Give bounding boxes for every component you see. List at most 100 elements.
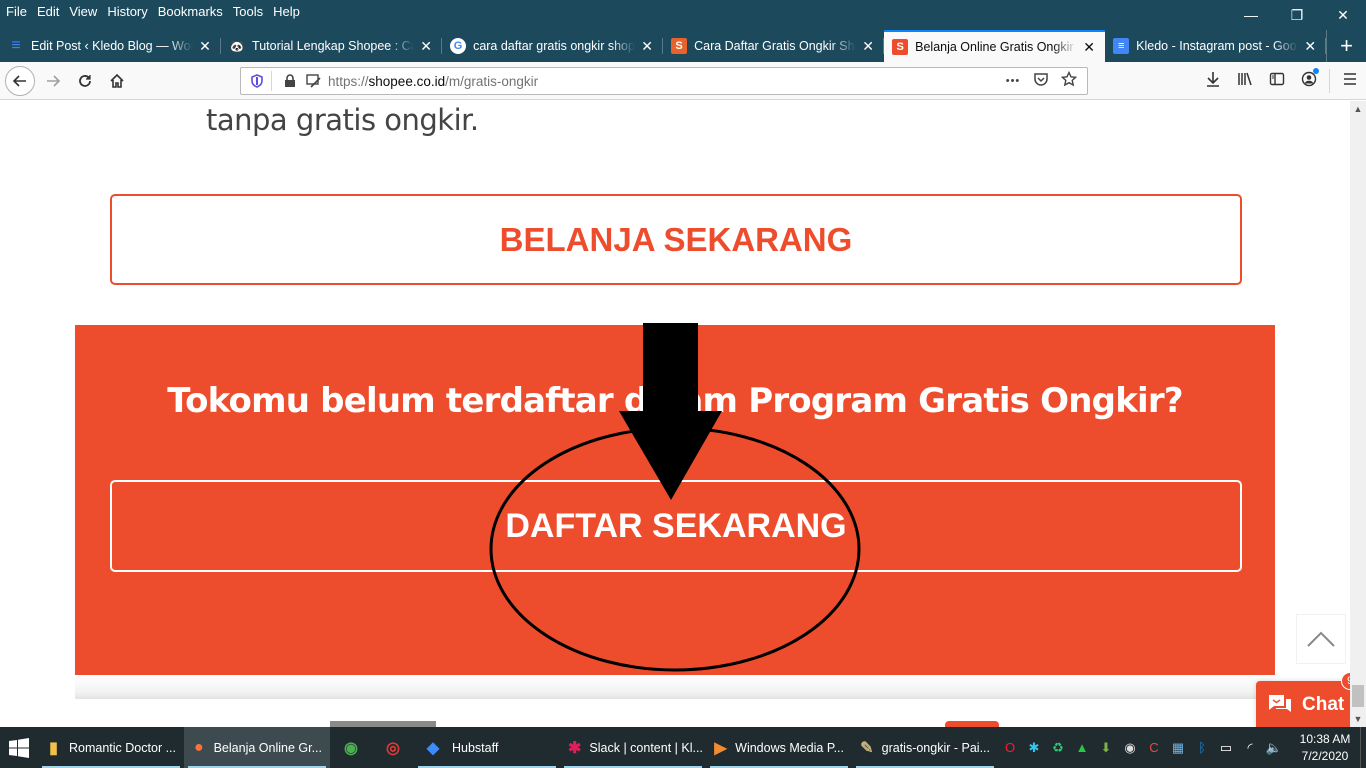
scroll-down-arrow-icon[interactable]: ▼: [1350, 711, 1366, 727]
taskbar-item[interactable]: ▮ Romantic Doctor ...: [38, 727, 184, 768]
tab-close-icon[interactable]: ✕: [860, 38, 876, 55]
forward-button[interactable]: [38, 66, 68, 96]
daftar-sekarang-button[interactable]: DAFTAR SEKARANG: [110, 480, 1242, 572]
taskbar-item[interactable]: ◎: [372, 727, 414, 768]
taskbar-item-label: gratis-ongkir - Pai...: [881, 740, 990, 755]
intro-paragraph-tail: tanpa gratis ongkir.: [206, 103, 479, 137]
seller-promo-section: Tokomu belum terdaftar dalam Program Gra…: [75, 325, 1275, 675]
tracking-protection-shield-icon[interactable]: [247, 71, 267, 91]
chat-label: Chat: [1302, 694, 1345, 715]
network-tool-icon[interactable]: ▦: [1166, 740, 1190, 756]
browser-tab[interactable]: ≡ Edit Post ‹ Kledo Blog — WordPress✕: [0, 30, 222, 62]
home-button[interactable]: [102, 66, 132, 96]
bluetooth-icon[interactable]: ᛒ: [1190, 740, 1214, 755]
system-tray: O ✱ ♻ ▲ ⬇ ◉ C ▦ ᛒ ▭ ◜ 🔈 10:38 AM 7/2/2020: [998, 727, 1366, 768]
browser-tab[interactable]: ≡ Kledo - Instagram post - Google ✕: [1105, 30, 1327, 62]
menu-edit[interactable]: Edit: [37, 4, 59, 19]
sidebar-toggle-icon[interactable]: [1261, 71, 1293, 92]
slack-tray-icon[interactable]: ✱: [1022, 740, 1046, 756]
new-tab-button[interactable]: +: [1326, 30, 1366, 62]
tab-title: Edit Post ‹ Kledo Blog — WordPress: [31, 39, 194, 53]
chevron-up-icon: [1307, 631, 1335, 647]
bookmark-star-icon[interactable]: [1055, 70, 1083, 91]
tab-close-icon[interactable]: ✕: [418, 38, 434, 55]
reload-button[interactable]: [70, 66, 100, 96]
start-button[interactable]: [0, 727, 38, 768]
taskbar-item[interactable]: ▶ Windows Media P...: [706, 727, 852, 768]
tab-close-icon[interactable]: ✕: [1081, 39, 1097, 56]
reload-icon: [79, 75, 91, 87]
windows-logo-icon: [9, 737, 29, 758]
google-docs-icon: ≡: [1113, 38, 1130, 54]
page-actions-more-icon[interactable]: •••: [999, 75, 1027, 87]
taskbar-item[interactable]: ✎ gratis-ongkir - Pai...: [852, 727, 998, 768]
shopee-bag-icon: S: [892, 39, 909, 55]
url-text[interactable]: https://shopee.co.id/m/gratis-ongkir: [328, 74, 999, 89]
taskbar-item[interactable]: ● Belanja Online Gr...: [184, 727, 330, 768]
address-bar[interactable]: https://shopee.co.id/m/gratis-ongkir •••: [240, 67, 1088, 95]
menu-view[interactable]: View: [69, 4, 97, 19]
back-to-top-button[interactable]: [1296, 614, 1346, 664]
menu-tools[interactable]: Tools: [233, 4, 263, 19]
tab-close-icon[interactable]: ✕: [197, 38, 213, 55]
permissions-icon[interactable]: [304, 71, 324, 91]
show-desktop-button[interactable]: [1360, 727, 1366, 768]
tab-title: Kledo - Instagram post - Google: [1136, 39, 1299, 53]
downloads-icon[interactable]: [1197, 71, 1229, 92]
home-icon: [110, 73, 124, 88]
recycle-icon[interactable]: ♻: [1046, 740, 1070, 756]
library-icon[interactable]: [1229, 71, 1261, 92]
wifi-icon[interactable]: ◜: [1238, 740, 1262, 756]
url-path: /m/gratis-ongkir: [445, 73, 539, 89]
browser-tab[interactable]: Gcara daftar gratis ongkir shopee ✕: [442, 30, 664, 62]
scroll-up-arrow-icon[interactable]: ▲: [1350, 101, 1366, 117]
google-icon: G: [450, 38, 467, 54]
taskbar-item-label: Slack | content | Kl...: [589, 740, 703, 755]
tab-title: Cara Daftar Gratis Ongkir Shopee: [694, 39, 856, 53]
title-bar: File Edit View History Bookmarks Tools H…: [0, 0, 1366, 30]
page-scrollbar[interactable]: ▲ ▼: [1350, 101, 1366, 727]
menu-file[interactable]: File: [6, 4, 27, 19]
minimize-button[interactable]: —: [1228, 0, 1274, 30]
url-divider: [271, 71, 272, 91]
folder-icon: ▮: [49, 739, 58, 757]
browser-tab[interactable]: S Cara Daftar Gratis Ongkir Shopee ✕: [663, 30, 885, 62]
menu-bookmarks[interactable]: Bookmarks: [158, 4, 223, 19]
system-clock[interactable]: 10:38 AM 7/2/2020: [1290, 731, 1360, 765]
close-window-button[interactable]: ✕: [1320, 0, 1366, 30]
pocket-icon[interactable]: [1027, 71, 1055, 91]
back-button[interactable]: [5, 66, 35, 96]
promo-heading: Tokomu belum terdaftar dalam Program Gra…: [167, 381, 1183, 421]
belanja-sekarang-button[interactable]: BELANJA SEKARANG: [110, 194, 1242, 285]
menu-help[interactable]: Help: [273, 4, 300, 19]
triangle-app-icon[interactable]: ▲: [1070, 740, 1094, 755]
download-manager-icon[interactable]: ⬇: [1094, 740, 1118, 756]
taskbar-item[interactable]: ◉: [330, 727, 372, 768]
taskbar-item[interactable]: ✱ Slack | content | Kl...: [560, 727, 706, 768]
lock-icon[interactable]: [280, 71, 300, 91]
tab-close-icon[interactable]: ✕: [639, 38, 655, 55]
tab-close-icon[interactable]: ✕: [1302, 38, 1318, 55]
navigation-toolbar: https://shopee.co.id/m/gratis-ongkir •••: [0, 62, 1366, 100]
chat-button[interactable]: Chat: [1256, 681, 1350, 727]
scrollbar-thumb[interactable]: [1352, 685, 1364, 707]
panda-icon: 🐼: [230, 40, 244, 53]
arrow-left-icon: [12, 75, 26, 87]
ccleaner-icon[interactable]: C: [1142, 740, 1166, 755]
browser-tab[interactable]: 🐼 Tutorial Lengkap Shopee : Cara ✕: [221, 30, 443, 62]
taskbar-item-label: Belanja Online Gr...: [213, 740, 322, 755]
restore-button[interactable]: ❐: [1274, 0, 1320, 30]
tab-strip: ≡Edit Post ‹ Kledo Blog — WordPress✕🐼Tut…: [0, 30, 1366, 62]
account-icon[interactable]: [1293, 67, 1325, 92]
browser-tab[interactable]: S Belanja Online Gratis Ongkir Hari ✕: [884, 30, 1106, 62]
battery-plug-icon[interactable]: ▭: [1214, 740, 1238, 756]
tab-title: cara daftar gratis ongkir shopee: [473, 39, 636, 53]
taskbar-item-label: Romantic Doctor ...: [69, 740, 176, 755]
taskbar-item[interactable]: ◆ Hubstaff: [414, 727, 560, 768]
webcam-icon[interactable]: ◉: [1118, 740, 1142, 756]
volume-icon[interactable]: 🔈: [1262, 740, 1286, 756]
hamburger-menu-icon[interactable]: [1334, 71, 1366, 92]
menu-history[interactable]: History: [107, 4, 147, 19]
opera-icon[interactable]: O: [998, 740, 1022, 755]
web-page-content: tanpa gratis ongkir. BELANJA SEKARANG To…: [0, 101, 1350, 727]
